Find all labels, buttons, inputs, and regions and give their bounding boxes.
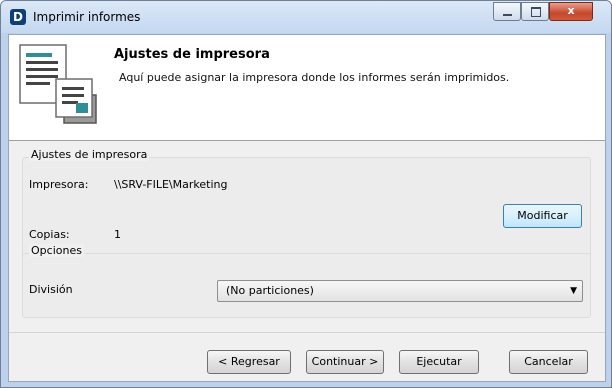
footer-divider	[9, 332, 605, 333]
app-icon: D	[10, 9, 26, 25]
division-label: División	[29, 283, 73, 296]
chevron-down-icon: ▼	[570, 286, 577, 296]
page-subtitle: Aquí puede asignar la impresora donde lo…	[119, 71, 510, 84]
title-bar[interactable]: D Imprimir informes x	[1, 1, 611, 33]
printer-label: Impresora:	[29, 178, 89, 191]
modify-printer-button[interactable]: Modificar	[503, 204, 582, 228]
minimize-button[interactable]	[493, 2, 521, 21]
division-select[interactable]: (No particiones) ▼	[217, 280, 583, 302]
maximize-button[interactable]	[521, 2, 549, 21]
close-button[interactable]: x	[549, 2, 593, 21]
execute-button[interactable]: Ejecutar	[399, 350, 479, 374]
copies-value: 1	[114, 228, 121, 241]
page-title: Ajustes de impresora	[114, 47, 270, 62]
dialog-body: Ajustes de impresora Aquí puede asignar …	[8, 34, 606, 382]
printer-settings-group: Ajustes de impresora Impresora: \\SRV-FI…	[22, 148, 591, 260]
window-title: Imprimir informes	[33, 10, 141, 24]
printer-value: \\SRV-FILE\Marketing	[114, 178, 228, 191]
print-reports-window: D Imprimir informes x Ajustes de impreso…	[0, 0, 612, 388]
close-icon: x	[567, 4, 575, 17]
options-legend: Opciones	[29, 244, 84, 257]
printer-settings-legend: Ajustes de impresora	[29, 148, 150, 161]
copies-label: Copias:	[29, 228, 70, 241]
next-button[interactable]: Continuar >	[306, 350, 384, 374]
maximize-icon	[531, 7, 541, 17]
report-print-icon	[19, 44, 97, 124]
cancel-button[interactable]: Cancelar	[509, 350, 588, 374]
division-selected-value: (No particiones)	[226, 284, 314, 297]
options-group: Opciones División (No particiones) ▼	[22, 244, 591, 318]
minimize-icon	[503, 14, 512, 16]
wizard-header: Ajustes de impresora Aquí puede asignar …	[9, 35, 605, 141]
back-button[interactable]: < Regresar	[207, 350, 291, 374]
